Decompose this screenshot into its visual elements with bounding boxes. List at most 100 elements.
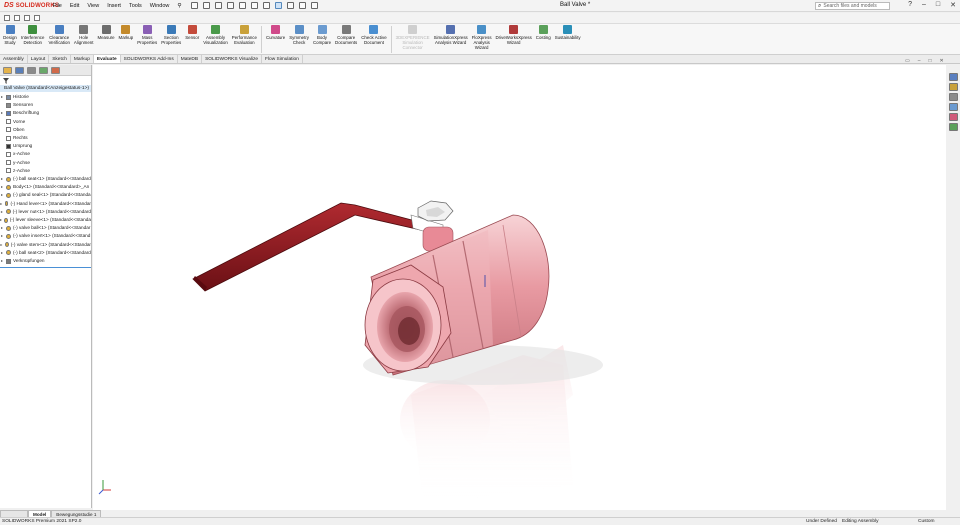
clearance-button[interactable]: Clearance Verification <box>46 24 71 45</box>
costing-button[interactable]: Costing <box>534 24 553 40</box>
display-manager-tab-icon[interactable] <box>51 67 60 74</box>
tree-item[interactable]: ▸ (-) valve ball<1> (Standard<<Standar <box>0 224 91 232</box>
save-icon[interactable] <box>227 2 235 9</box>
hole-alignment-button[interactable]: Hole Alignment <box>72 24 96 45</box>
tree-item[interactable]: Sensoren <box>0 101 91 109</box>
search-box[interactable]: ⌕ Search files and models <box>815 2 890 10</box>
viewport-split-icon[interactable]: ▭ <box>905 58 910 64</box>
tree-item[interactable]: Rechts <box>0 134 91 142</box>
curvature-button[interactable]: Curvature <box>264 24 287 40</box>
menu-window[interactable]: Window <box>150 3 170 9</box>
expand-arrow-icon[interactable]: ▸ <box>0 249 4 257</box>
tree-item[interactable]: ▸ Body<1> (Standard<<Standard>_An <box>0 183 91 191</box>
expand-arrow-icon[interactable]: ▸ <box>0 232 4 240</box>
body-compare-button[interactable]: Body Compare <box>311 24 333 45</box>
expand-arrow-icon[interactable]: ▸ <box>0 183 4 191</box>
maximize-icon[interactable]: □ <box>936 1 940 9</box>
dimxpert-tab-icon[interactable] <box>39 67 48 74</box>
tab-sketch[interactable]: Sketch <box>49 55 71 63</box>
menu-file[interactable]: File <box>53 3 62 9</box>
section-properties-button[interactable]: Section Properties <box>159 24 183 45</box>
simulation-connector-button[interactable]: 3DEXPERIENCE Simulation Connector <box>394 24 432 50</box>
ball-valve-model[interactable] <box>93 65 946 510</box>
solidworks-logo[interactable]: DS SOLIDWORKS <box>0 2 59 9</box>
tab-assembly[interactable]: Assembly <box>0 55 28 63</box>
expand-arrow-icon[interactable]: ▸ <box>0 208 4 216</box>
viewport-minimize-icon[interactable]: – <box>918 58 921 64</box>
toolbar-icon-1[interactable] <box>4 15 10 21</box>
tab-matedb[interactable]: MateDB <box>178 55 203 63</box>
graphics-area[interactable]: ⌕ ⌕ ↺ ▣ ◈ ◧ ◉ ◐ ▭ <box>93 65 946 510</box>
markup-button[interactable]: Markup <box>117 24 136 40</box>
toolbar-icon-4[interactable] <box>34 15 40 21</box>
options-gear-icon[interactable] <box>311 2 319 9</box>
floxpress-button[interactable]: FloXpress Analysis Wizard <box>470 24 494 50</box>
assembly-visualization-button[interactable]: Assembly Visualization <box>201 24 230 45</box>
simulationxpress-button[interactable]: SimulationXpress Analysis Wizard <box>432 24 470 45</box>
viewport-restore-icon[interactable]: □ <box>929 58 932 64</box>
design-study-button[interactable]: Design Study <box>1 24 19 45</box>
tab-layout[interactable]: Layout <box>28 55 50 63</box>
viewport-close-icon[interactable]: ✕ <box>940 58 944 64</box>
measure-button[interactable]: Measure <box>95 24 116 40</box>
expand-arrow-icon[interactable]: ▸ <box>0 224 4 232</box>
new-document-icon[interactable] <box>203 2 211 9</box>
tree-item[interactable]: z-Achse <box>0 167 91 175</box>
filter-icon[interactable] <box>0 76 91 85</box>
sensor-button[interactable]: Sensor <box>183 24 201 40</box>
appearances-icon[interactable] <box>949 113 958 121</box>
performance-button[interactable]: Performance Evaluation <box>230 24 259 45</box>
tree-item[interactable]: ▸ Beschriftung <box>0 109 91 117</box>
custom-properties-icon[interactable] <box>949 123 958 131</box>
rebuild-icon[interactable] <box>287 2 295 9</box>
tree-item[interactable]: ▸ (-) valve stem<1> (Standard<<Standar <box>0 241 91 249</box>
expand-arrow-icon[interactable]: ▸ <box>0 257 4 265</box>
mass-properties-button[interactable]: Mass Properties <box>135 24 159 45</box>
solidworks-resources-icon[interactable] <box>949 73 958 81</box>
tree-item[interactable]: ▸ (-) lever sleeve<1> (Standard<<Standa <box>0 216 91 224</box>
redo-icon[interactable] <box>263 2 271 9</box>
design-library-icon[interactable] <box>949 83 958 91</box>
view-palette-icon[interactable] <box>949 103 958 111</box>
tree-item[interactable]: ▸ (-) valve insert<1> (Standard<<Stand <box>0 232 91 240</box>
expand-arrow-icon[interactable]: ▸ <box>0 241 3 249</box>
menu-tools[interactable]: Tools <box>129 3 142 9</box>
toolbar-icon-2[interactable] <box>14 15 20 21</box>
file-explorer-icon[interactable] <box>949 93 958 101</box>
expand-arrow-icon[interactable]: ▸ <box>0 200 3 208</box>
interference-button[interactable]: Interference Detection <box>19 24 46 45</box>
compare-documents-button[interactable]: Compare Documents <box>333 24 359 45</box>
close-icon[interactable]: ✕ <box>950 1 956 9</box>
tab-solidworks-add-ins[interactable]: SOLIDWORKS Add-Ins <box>121 55 178 63</box>
property-manager-tab-icon[interactable] <box>15 67 24 74</box>
file-properties-icon[interactable] <box>299 2 307 9</box>
tree-item[interactable]: ▸ (-) lever nut<1> (Standard<<Standard <box>0 208 91 216</box>
check-document-button[interactable]: Check Active Document <box>359 24 388 45</box>
search-input[interactable]: Search files and models <box>823 3 876 9</box>
tree-item[interactable]: ▸ (-) ball seat<2> (Standard<<Standard <box>0 249 91 257</box>
tree-item[interactable]: ▸ (-) Hand lever<1> (Standard<<Standar <box>0 200 91 208</box>
menu-edit[interactable]: Edit <box>70 3 79 9</box>
tree-item[interactable]: x-Achse <box>0 150 91 158</box>
help-icon[interactable]: ? <box>908 1 912 9</box>
undo-icon[interactable] <box>251 2 259 9</box>
print-icon[interactable] <box>239 2 247 9</box>
symmetry-button[interactable]: Symmetry Check <box>287 24 311 45</box>
tab-evaluate[interactable]: Evaluate <box>93 55 121 63</box>
feature-manager-tab-icon[interactable] <box>3 67 12 74</box>
unit-system[interactable]: Custom <box>918 518 935 525</box>
home-icon[interactable] <box>191 2 199 9</box>
tab-solidworks-visualize[interactable]: SOLIDWORKS Visualize <box>202 55 263 63</box>
menu-insert[interactable]: Insert <box>107 3 121 9</box>
tree-item[interactable]: Vorne <box>0 118 91 126</box>
tree-item[interactable]: ▸ (-) ball seat<1> (Standard<<Standard <box>0 175 91 183</box>
expand-arrow-icon[interactable]: ▸ <box>0 109 4 117</box>
pin-icon[interactable]: ⚲ <box>177 3 181 9</box>
tree-item[interactable]: y-Achse <box>0 159 91 167</box>
rollback-bar[interactable] <box>0 267 91 269</box>
tree-root-assembly[interactable]: Ball Valve (Standard<Anzeigestatus-1>) <box>0 85 91 92</box>
select-icon[interactable] <box>275 2 283 9</box>
expand-arrow-icon[interactable]: ▸ <box>0 175 4 183</box>
tree-item[interactable]: Ursprung <box>0 142 91 150</box>
minimize-icon[interactable]: – <box>922 1 926 9</box>
